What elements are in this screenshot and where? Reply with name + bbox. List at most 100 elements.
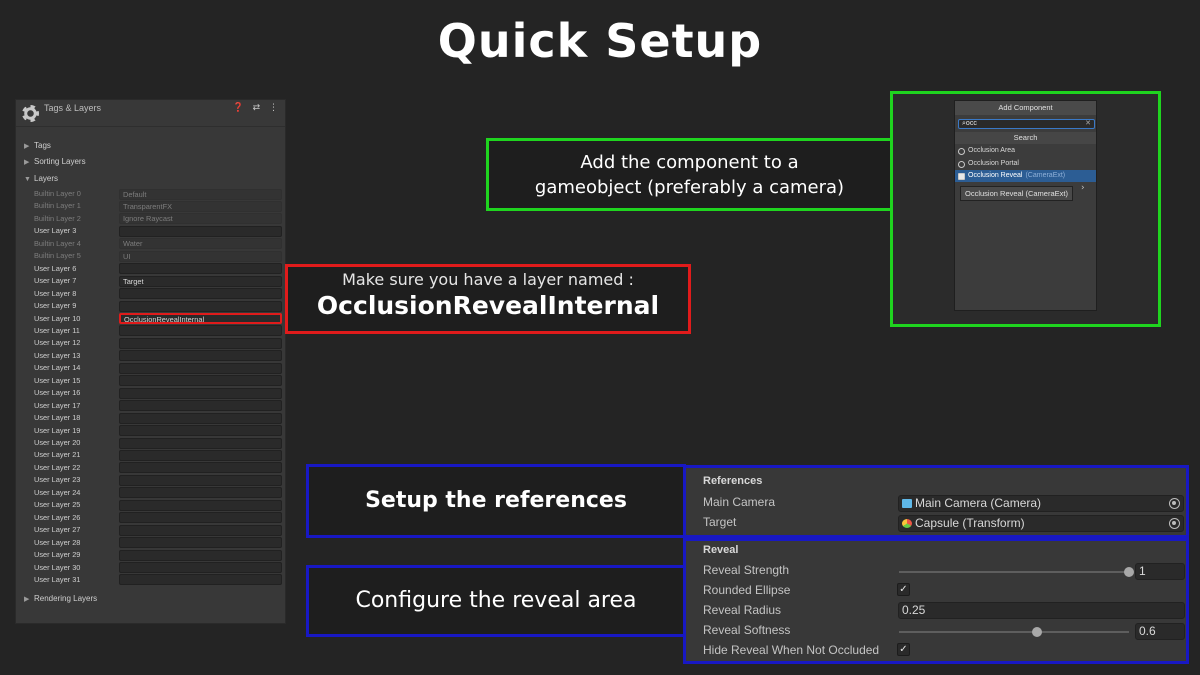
camera-icon <box>902 499 912 508</box>
layer-name-field[interactable] <box>119 499 282 511</box>
layer-row: User Layer 16 <box>34 387 282 399</box>
layer-row: User Layer 10 OcclusionRevealInternal <box>34 313 282 325</box>
layer-row: User Layer 24 <box>34 487 282 499</box>
reveal-radius-input[interactable]: 0.25 <box>898 602 1185 619</box>
layer-name-field[interactable] <box>119 562 282 573</box>
layer-name-label: User Layer 11 <box>34 325 80 335</box>
layer-callout-line1: Make sure you have a layer named : <box>342 270 634 289</box>
layer-name-field[interactable] <box>119 350 282 362</box>
layer-name-field[interactable] <box>119 474 282 486</box>
layer-name-field[interactable] <box>119 549 282 561</box>
reveal-softness-label: Reveal Softness <box>703 623 791 637</box>
layer-name-field[interactable] <box>119 524 282 536</box>
layer-row: User Layer 12 <box>34 337 282 349</box>
layer-row: Builtin Layer 5 UI <box>34 250 282 262</box>
component-result-namespace: (CameraExt) <box>1025 172 1066 179</box>
layer-name-label: User Layer 19 <box>34 425 81 435</box>
layer-name-field[interactable] <box>119 462 282 474</box>
layer-name-field[interactable] <box>119 325 282 337</box>
layer-name-field[interactable] <box>119 437 282 449</box>
layer-name-field[interactable]: Target <box>119 275 282 287</box>
clear-icon[interactable]: ✕ <box>1085 120 1091 128</box>
layer-name-field[interactable] <box>119 225 282 237</box>
panel-title: Tags & Layers <box>44 103 102 113</box>
object-picker-icon[interactable] <box>1169 498 1180 509</box>
reveal-header: Reveal <box>703 544 739 556</box>
layer-name-field: Water <box>119 238 282 250</box>
layer-callout: Make sure you have a layer named : Occlu… <box>285 264 691 334</box>
header-actions-icon[interactable]: ❓ ⇄ ⋮ <box>233 103 281 113</box>
layer-name-field[interactable]: OcclusionRevealInternal <box>119 313 282 324</box>
reveal-strength-input[interactable]: 1 <box>1135 563 1185 580</box>
chevron-right-icon[interactable]: › <box>1081 183 1085 193</box>
reveal-strength-label: Reveal Strength <box>703 563 790 577</box>
layer-row: User Layer 8 <box>34 288 282 300</box>
component-result-item[interactable]: Occlusion Portal <box>955 158 1096 170</box>
main-camera-field[interactable]: Main Camera (Camera) <box>898 495 1184 512</box>
hide-reveal-label: Hide Reveal When Not Occluded <box>703 643 880 657</box>
layer-row: User Layer 23 <box>34 474 282 486</box>
layer-name-field: TransparentFX <box>119 200 282 212</box>
component-callout-text: Add the component to a gameobject (prefe… <box>534 152 845 198</box>
layer-name-field[interactable] <box>119 574 282 586</box>
layer-name-label: User Layer 24 <box>34 487 81 497</box>
layer-row: User Layer 13 <box>34 350 282 362</box>
component-search-input[interactable]: ⌕occ ✕ <box>958 119 1095 129</box>
foldout-layers[interactable]: ▼ Layers <box>24 174 58 183</box>
component-result-item[interactable]: Occlusion Reveal (CameraExt) <box>955 170 1096 182</box>
layer-name-label: User Layer 13 <box>34 350 81 360</box>
reveal-strength-slider[interactable] <box>899 567 1134 577</box>
layer-name-label: User Layer 25 <box>34 500 81 510</box>
layer-name-field[interactable] <box>119 400 282 412</box>
layer-name-label: User Layer 7 <box>34 276 77 286</box>
layer-name-field[interactable] <box>119 300 282 312</box>
layer-name-field[interactable] <box>119 487 282 499</box>
layer-name-label: Builtin Layer 5 <box>34 251 81 261</box>
layer-name-label: User Layer 28 <box>34 537 81 547</box>
layer-name-label: User Layer 18 <box>34 413 81 423</box>
layer-row: User Layer 15 <box>34 375 282 387</box>
object-picker-icon[interactable] <box>1169 518 1180 529</box>
layer-name-field[interactable] <box>119 288 282 300</box>
layer-name-label: User Layer 6 <box>34 263 77 273</box>
component-result-item[interactable]: Occlusion Area <box>955 145 1096 157</box>
layer-name-label: Builtin Layer 0 <box>34 189 81 198</box>
hide-reveal-checkbox[interactable]: ✓ <box>897 643 910 656</box>
layer-name-label: User Layer 14 <box>34 363 81 373</box>
reveal-softness-input[interactable]: 0.6 <box>1135 623 1185 640</box>
layer-name-label: User Layer 21 <box>34 450 81 460</box>
layer-name-label: User Layer 8 <box>34 288 77 298</box>
foldout-tags[interactable]: ▶ Tags <box>24 141 51 150</box>
slider-handle[interactable] <box>1124 567 1134 577</box>
layer-name-field[interactable] <box>119 263 282 275</box>
layer-row: User Layer 18 <box>34 412 282 424</box>
target-field[interactable]: Capsule (Transform) <box>898 515 1184 532</box>
component-icon <box>958 173 965 180</box>
layer-name-field[interactable] <box>119 362 282 374</box>
foldout-rendering-layers[interactable]: ▶ Rendering Layers <box>24 594 97 603</box>
layer-name-field[interactable] <box>119 337 282 349</box>
setup-references-callout: Setup the references <box>306 464 686 538</box>
search-section-header: Search <box>955 132 1096 144</box>
rounded-ellipse-checkbox[interactable]: ✓ <box>897 583 910 596</box>
layer-row: User Layer 6 <box>34 263 282 275</box>
layer-name-field[interactable] <box>119 512 282 524</box>
reveal-inspector: Reveal Reveal Strength 1 Rounded Ellipse… <box>683 538 1189 664</box>
component-callout: Add the component to a gameobject (prefe… <box>486 138 893 211</box>
layer-name-field[interactable] <box>119 387 282 399</box>
layer-name-field[interactable] <box>119 375 282 387</box>
transform-icon <box>902 519 912 528</box>
layer-name-field[interactable] <box>119 425 282 437</box>
layer-name-field: UI <box>119 250 282 262</box>
layer-row: User Layer 11 <box>34 325 282 337</box>
foldout-sorting-layers[interactable]: ▶ Sorting Layers <box>24 157 86 166</box>
layer-name-field[interactable] <box>119 412 282 424</box>
layer-name-label: User Layer 15 <box>34 375 81 385</box>
layer-name-field[interactable] <box>119 449 282 461</box>
reveal-softness-slider[interactable] <box>899 627 1129 637</box>
layer-name-field[interactable] <box>119 537 282 549</box>
layer-name-field: Ignore Raycast <box>119 213 282 225</box>
layer-row: User Layer 17 <box>34 400 282 412</box>
slider-handle[interactable] <box>1032 627 1042 637</box>
references-header: References <box>703 475 763 487</box>
